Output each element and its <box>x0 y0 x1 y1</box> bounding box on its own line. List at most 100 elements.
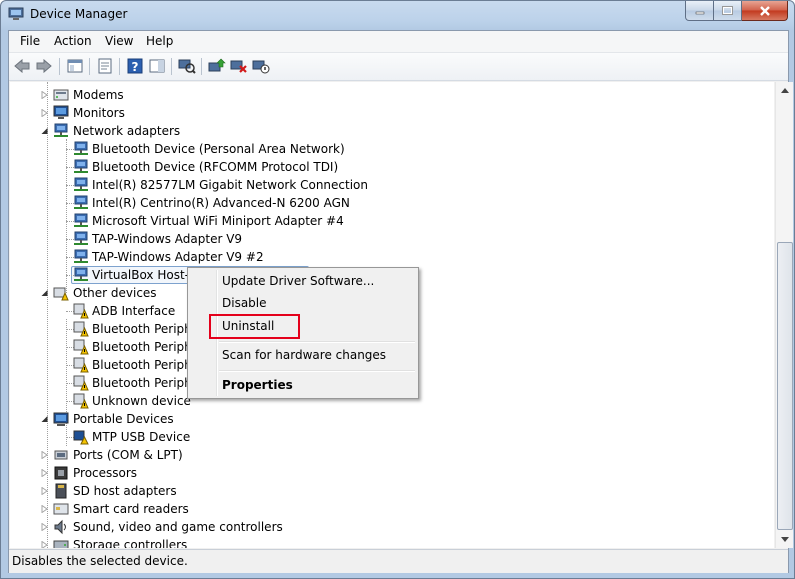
tree-category-sd-host[interactable]: SD host adapters <box>10 482 774 500</box>
tree-label: Bluetooth Periphe <box>92 358 200 372</box>
tree-category-storage[interactable]: Storage controllers <box>10 536 774 548</box>
tree-item-network-adapter[interactable]: Bluetooth Device (Personal Area Network) <box>10 140 774 158</box>
monitor-icon <box>53 105 69 119</box>
network-adapter-icon <box>74 177 88 191</box>
scrollbar-thumb[interactable] <box>777 242 793 530</box>
tree-label: Sound, video and game controllers <box>73 520 283 534</box>
forward-arrow-icon <box>36 59 52 73</box>
portable-device-icon <box>53 412 69 426</box>
show-hide-console-tree-icon <box>67 59 83 73</box>
tree-label: Storage controllers <box>73 538 188 548</box>
toolbar: ? <box>9 53 788 81</box>
action-pane-button[interactable] <box>147 56 167 76</box>
network-adapter-icon <box>74 141 88 155</box>
vertical-scrollbar[interactable] <box>775 82 793 548</box>
forward-button[interactable] <box>34 56 54 76</box>
window-title: Device Manager <box>30 7 128 21</box>
close-button[interactable] <box>742 1 788 21</box>
tree-label: VirtualBox Host-O <box>92 268 199 282</box>
expand-arrow-icon[interactable] <box>41 523 48 531</box>
status-bar: Disables the selected device. <box>9 549 788 573</box>
expand-arrow-icon[interactable] <box>41 109 48 117</box>
device-manager-icon <box>8 7 24 20</box>
help-button[interactable]: ? <box>125 56 145 76</box>
mtp-device-icon <box>73 430 89 445</box>
disable-device-button[interactable] <box>251 56 271 76</box>
show-hide-tree-button[interactable] <box>65 56 85 76</box>
menu-bar: File Action View Help <box>9 31 788 53</box>
network-adapter-icon <box>74 231 88 245</box>
context-disable[interactable]: Disable <box>222 296 267 310</box>
tree-item-network-adapter[interactable]: Bluetooth Device (RFCOMM Protocol TDI) <box>10 158 774 176</box>
context-properties[interactable]: Properties <box>222 378 293 392</box>
tree-category-sound[interactable]: Sound, video and game controllers <box>10 518 774 536</box>
update-driver-button[interactable] <box>207 56 227 76</box>
network-adapter-icon <box>74 213 88 227</box>
unknown-device-warning-icon <box>73 339 89 355</box>
tree-item-network-adapter[interactable]: Intel(R) 82577LM Gigabit Network Connect… <box>10 176 774 194</box>
port-icon <box>54 450 68 460</box>
tree-label: Bluetooth Periphe <box>92 322 200 336</box>
processor-icon <box>54 466 68 480</box>
expand-arrow-icon[interactable] <box>41 541 48 548</box>
tree-category-monitors[interactable]: Monitors <box>10 104 774 122</box>
minimize-button[interactable] <box>685 1 714 21</box>
properties-icon <box>98 58 112 74</box>
storage-icon <box>53 540 69 548</box>
uninstall-device-icon <box>230 60 247 73</box>
help-icon: ? <box>127 58 143 74</box>
tree-category-smart-card[interactable]: Smart card readers <box>10 500 774 518</box>
unknown-device-warning-icon <box>73 321 89 337</box>
expand-arrow-icon[interactable] <box>41 505 48 513</box>
sd-host-icon <box>55 483 67 499</box>
expand-arrow-icon[interactable] <box>41 487 48 495</box>
other-devices-icon <box>53 287 69 301</box>
tree-item-network-adapter[interactable]: Intel(R) Centrino(R) Advanced-N 6200 AGN <box>10 194 774 212</box>
tree-category-portable-devices[interactable]: Portable Devices <box>10 410 774 428</box>
back-button[interactable] <box>12 56 32 76</box>
menu-action[interactable]: Action <box>54 34 92 48</box>
tree-item-network-adapter[interactable]: Microsoft Virtual WiFi Miniport Adapter … <box>10 212 774 230</box>
tree-label: Smart card readers <box>73 502 189 516</box>
expand-arrow-icon[interactable] <box>41 451 48 459</box>
tree-category-port[interactable]: Ports (COM & LPT) <box>10 446 774 464</box>
tree-label: Intel(R) 82577LM Gigabit Network Connect… <box>92 178 368 192</box>
collapse-arrow-icon[interactable] <box>41 127 48 135</box>
tree-label: MTP USB Device <box>92 430 191 444</box>
minimize-icon <box>695 11 704 14</box>
tree-category-network-adapters[interactable]: Network adapters <box>10 122 774 140</box>
collapse-arrow-icon[interactable] <box>41 289 48 297</box>
menu-help[interactable]: Help <box>146 34 173 48</box>
tree-category-processor[interactable]: Processors <box>10 464 774 482</box>
title-bar[interactable]: Device Manager <box>1 1 794 30</box>
back-arrow-icon <box>14 59 30 73</box>
unknown-device-warning-icon <box>73 375 89 391</box>
expand-arrow-icon[interactable] <box>41 91 48 99</box>
tree-item-network-adapter[interactable]: TAP-Windows Adapter V9 #2 <box>10 248 774 266</box>
tree-category-modems[interactable]: Modems <box>10 86 774 104</box>
unknown-device-warning-icon <box>73 357 89 373</box>
scroll-down-icon <box>780 537 789 542</box>
menu-view[interactable]: View <box>105 34 133 48</box>
unknown-device-warning-icon <box>73 303 89 319</box>
context-update-driver[interactable]: Update Driver Software... <box>222 274 374 288</box>
tree-item-mtp-usb-device[interactable]: MTP USB Device <box>10 428 774 446</box>
uninstall-device-button[interactable] <box>229 56 249 76</box>
disable-device-icon <box>252 60 270 74</box>
maximize-button[interactable] <box>714 1 742 21</box>
scroll-up-arrow[interactable] <box>776 82 793 99</box>
expand-arrow-icon[interactable] <box>41 469 48 477</box>
tree-label: Other devices <box>73 286 157 300</box>
scroll-down-arrow[interactable] <box>776 531 793 548</box>
menu-file[interactable]: File <box>20 34 40 48</box>
network-adapter-icon <box>54 123 68 137</box>
properties-button[interactable] <box>95 56 115 76</box>
sound-icon <box>54 519 66 535</box>
collapse-arrow-icon[interactable] <box>41 415 48 423</box>
tree-item-network-adapter[interactable]: TAP-Windows Adapter V9 <box>10 230 774 248</box>
tree-label: TAP-Windows Adapter V9 #2 <box>92 250 264 264</box>
scan-hardware-button[interactable] <box>177 56 197 76</box>
tree-label: ADB Interface <box>92 304 176 318</box>
context-scan-hardware[interactable]: Scan for hardware changes <box>222 348 386 362</box>
svg-text:?: ? <box>132 60 139 74</box>
